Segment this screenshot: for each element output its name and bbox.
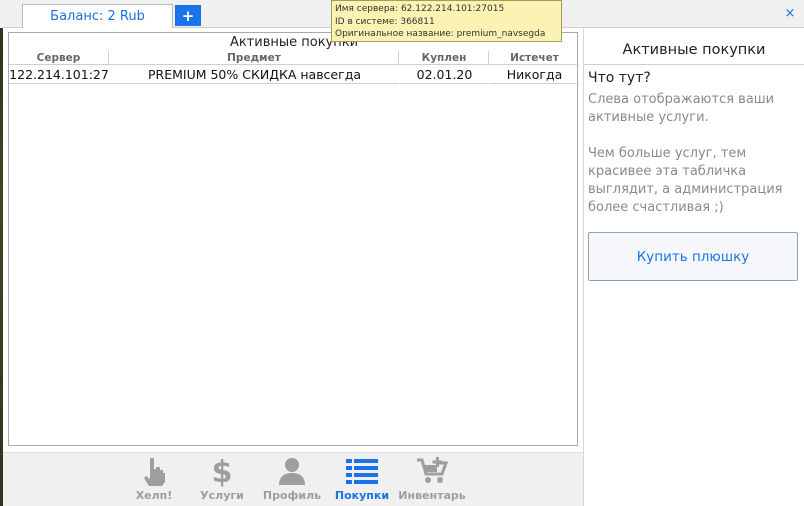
nav-profile[interactable]: Профиль <box>259 455 325 505</box>
panel-divider <box>583 27 584 506</box>
column-header-server[interactable]: Сервер <box>9 51 109 65</box>
svg-text:$: $ <box>212 455 232 487</box>
nav-services-label: Услуги <box>200 489 244 502</box>
buy-button[interactable]: Купить плюшку <box>588 232 798 281</box>
table-row[interactable]: 122.214.101:27 PREMIUM 50% СКИДКА навсег… <box>9 66 579 84</box>
sidebar-divider <box>584 64 804 65</box>
sidebar-description: Слева отображаются ваши активные услуги.… <box>588 91 793 235</box>
balance-tab[interactable]: Баланс: 2 Rub <box>22 4 173 28</box>
list-icon <box>345 455 379 487</box>
tooltip-server-name: Имя сервера: 62.122.214.101:27015 <box>335 4 505 14</box>
nav-help[interactable]: Хелп! <box>121 455 187 505</box>
cell-bought: 02.01.20 <box>400 66 489 84</box>
sidebar-question: Что тут? <box>588 70 651 86</box>
tooltip-original-name: Оригинальное название: premium_navsegda <box>335 29 546 39</box>
server-tooltip: Имя сервера: 62.122.214.101:27015 ID в с… <box>331 0 562 42</box>
column-header-item[interactable]: Предмет <box>110 51 399 65</box>
purchases-table-panel: Активные покупки Сервер Предмет Куплен И… <box>8 32 579 446</box>
sidebar-paragraph-1: Слева отображаются ваши активные услуги. <box>588 92 775 125</box>
nav-purchases-label: Покупки <box>334 489 390 502</box>
close-button[interactable]: × <box>782 6 798 22</box>
nav-services[interactable]: $ Услуги <box>189 455 255 505</box>
nav-inventory[interactable]: Инвентарь <box>398 455 466 505</box>
cell-item: PREMIUM 50% СКИДКА навсегда <box>110 66 399 84</box>
cell-server: 122.214.101:27 <box>9 67 109 84</box>
nav-help-label: Хелп! <box>135 489 173 502</box>
column-header-bought[interactable]: Куплен <box>400 51 489 65</box>
sidebar-title: Активные покупки <box>622 42 766 58</box>
table-header-row: Сервер Предмет Куплен Истечет <box>9 51 579 65</box>
cart-plus-icon <box>415 455 449 487</box>
nav-profile-label: Профиль <box>262 489 322 502</box>
dollar-icon: $ <box>205 455 239 487</box>
bottom-navigation: Хелп! $ Услуги Профиль Покупки Инвентарь <box>3 452 583 506</box>
nav-inventory-label: Инвентарь <box>398 489 466 502</box>
add-tab-button[interactable]: + <box>175 5 201 26</box>
column-header-expires[interactable]: Истечет <box>490 51 579 65</box>
cell-expires: Никогда <box>490 66 579 84</box>
hand-pointer-icon <box>137 455 171 487</box>
nav-purchases[interactable]: Покупки <box>329 455 395 505</box>
sidebar-paragraph-2: Чем больше услуг, тем красивее эта табли… <box>588 146 783 215</box>
user-icon <box>275 455 309 487</box>
tooltip-system-id: ID в системе: 366811 <box>335 16 435 27</box>
